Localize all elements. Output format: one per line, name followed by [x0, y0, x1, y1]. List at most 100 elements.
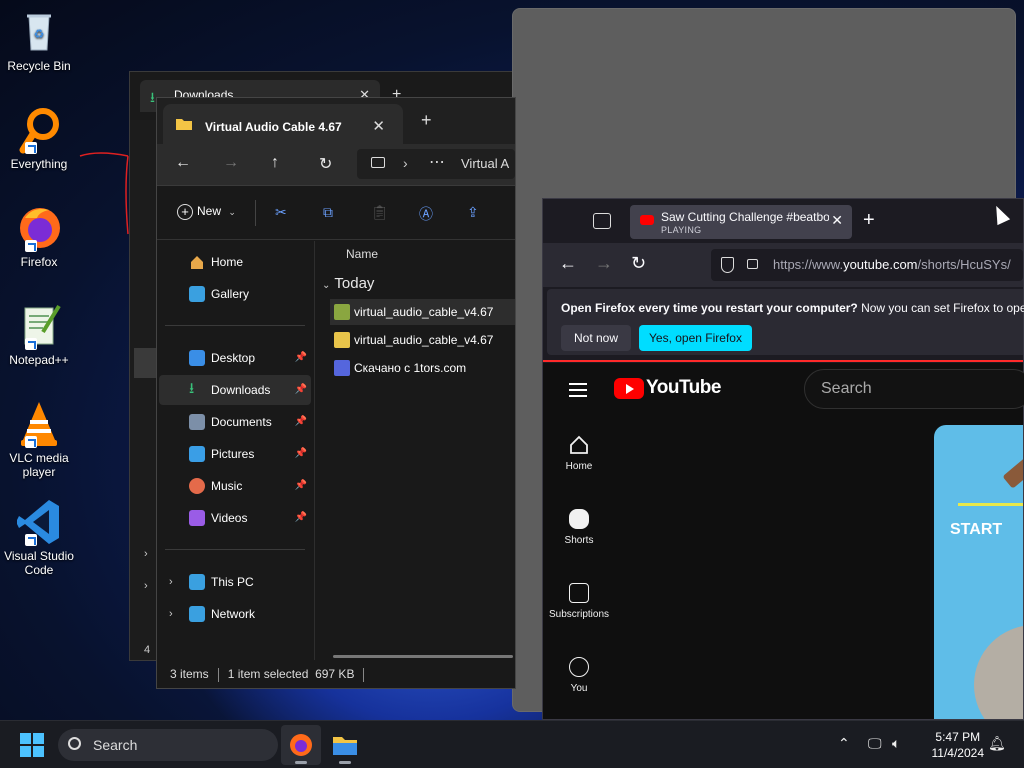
desktop-icon-notepadpp[interactable]: Notepad++ — [4, 302, 74, 367]
pin-icon[interactable]: 📌 — [295, 375, 307, 405]
pin-icon[interactable]: 📌 — [295, 503, 307, 533]
file-row[interactable]: virtual_audio_cable_v4.67 — [330, 299, 515, 325]
tab-close-icon[interactable]: ✕ — [372, 117, 385, 135]
refresh-icon[interactable]: ↻ — [319, 154, 332, 174]
volume-icon[interactable]: 🔈︎ — [892, 735, 900, 752]
nav-label: Downloads — [211, 383, 271, 397]
tracking-protection-icon[interactable] — [721, 257, 734, 273]
vscode-icon — [15, 498, 63, 546]
back-arrow-icon[interactable]: ← — [175, 154, 191, 172]
video-overlay-text: START — [950, 521, 1003, 538]
nav-item-home[interactable]: Home — [159, 247, 311, 277]
breadcrumb-chevron-icon[interactable]: › — [403, 155, 408, 171]
network-tray-icon[interactable]: 🖵︎ — [868, 735, 882, 752]
lock-icon[interactable] — [747, 259, 758, 269]
column-header-name[interactable]: Name — [346, 247, 378, 261]
desktop-icon-firefox[interactable]: Firefox — [4, 204, 74, 269]
reload-icon[interactable]: ↻ — [631, 253, 646, 274]
nav-item-documents[interactable]: Documents 📌 — [159, 407, 311, 437]
pictures-folder-icon — [189, 446, 205, 462]
explorer-tabbar: Virtual Audio Cable 4.67 ✕ + — [157, 98, 515, 144]
nav-divider — [165, 549, 305, 550]
firefox-window[interactable]: Saw Cutting Challenge #beatbo PLAYING ✕ … — [542, 198, 1024, 720]
firefox-navbar: ← → ↻ https://www.youtube.com/shorts/Hcu… — [543, 243, 1023, 287]
taskbar-search[interactable]: Search — [58, 729, 278, 761]
start-button[interactable] — [20, 733, 44, 757]
breadcrumb-current[interactable]: Virtual A — [461, 156, 509, 171]
nav-item-videos[interactable]: Videos 📌 — [159, 503, 311, 533]
nav-item-desktop[interactable]: Desktop 📌 — [159, 343, 311, 373]
nav-label: Home — [211, 255, 244, 269]
new-button[interactable]: + New ⌄ — [177, 204, 236, 220]
explorer-window-vac[interactable]: Virtual Audio Cable 4.67 ✕ + ← → ↑ ↻ › ⋯… — [156, 97, 516, 689]
clock-date: 11/4/2024 — [931, 746, 985, 760]
cut-icon[interactable]: ✂ — [275, 204, 287, 221]
nav-item-gallery[interactable]: Gallery — [159, 279, 311, 309]
nav-item-this-pc[interactable]: › This PC — [159, 567, 311, 597]
tab-title: Saw Cutting Challenge #beatbo — [661, 210, 829, 224]
clock[interactable]: 5:47 PM 11/4/2024 — [932, 729, 985, 761]
group-header-today[interactable]: ⌄ Today — [322, 275, 374, 292]
url-bar[interactable]: https://www.youtube.com/shorts/HcuSYs/ — [711, 249, 1023, 281]
notification-bell-icon[interactable]: 🔔︎ — [988, 735, 1006, 752]
firefox-tabbar: Saw Cutting Challenge #beatbo PLAYING ✕ … — [543, 199, 1023, 243]
share-icon[interactable]: ⇪ — [467, 204, 479, 221]
yt-nav-home[interactable]: Home — [543, 435, 615, 472]
explorer-tab-vac[interactable]: Virtual Audio Cable 4.67 ✕ — [163, 104, 403, 144]
expand-chevron-icon[interactable]: › — [169, 567, 173, 597]
desktop-icon-vscode[interactable]: Visual Studio Code — [4, 498, 74, 577]
desktop-icon-vlc[interactable]: VLC media player — [4, 400, 74, 479]
up-arrow-icon[interactable]: ↑ — [271, 154, 279, 172]
yt-nav-shorts[interactable]: Shorts — [543, 509, 615, 546]
forward-arrow-icon[interactable]: → — [223, 154, 239, 172]
paste-icon[interactable]: 📋︎ — [371, 204, 389, 221]
pin-icon[interactable]: 📌 — [295, 439, 307, 469]
zip-folder-icon — [334, 332, 350, 348]
nav-item-network[interactable]: › Network — [159, 599, 311, 629]
chevron-down-icon: ⌄ — [228, 207, 236, 218]
pin-icon[interactable]: 📌 — [295, 471, 307, 501]
youtube-logo[interactable]: YouTube — [614, 377, 721, 399]
nav-pane-collapsed — [130, 120, 158, 660]
address-bar[interactable]: › ⋯ Virtual A — [357, 149, 515, 179]
forward-arrow-icon[interactable]: → — [595, 253, 613, 274]
youtube-search-input[interactable]: Search — [804, 369, 1024, 409]
pin-icon[interactable]: 📌 — [295, 343, 307, 373]
copy-icon[interactable]: ⧉ — [323, 204, 333, 221]
expand-chevron-icon[interactable]: › — [144, 548, 148, 560]
shorts-video-player[interactable]: START — [934, 425, 1023, 719]
video-person-graphic — [974, 625, 1023, 719]
yt-nav-you[interactable]: You — [543, 657, 615, 694]
yt-nav-subscriptions[interactable]: Subscriptions — [543, 583, 615, 620]
yt-home-icon — [570, 435, 588, 454]
yes-open-firefox-button[interactable]: Yes, open Firefox — [639, 325, 752, 351]
nav-item-music[interactable]: Music 📌 — [159, 471, 311, 501]
taskbar-app-firefox[interactable] — [281, 725, 321, 765]
tab-playing-label: PLAYING — [661, 225, 702, 235]
menu-hamburger-icon[interactable] — [569, 383, 587, 397]
chevron-up-icon[interactable]: ⌃ — [838, 735, 850, 752]
firefox-tab-youtube[interactable]: Saw Cutting Challenge #beatbo PLAYING ✕ — [630, 205, 852, 239]
expand-chevron-icon[interactable]: › — [169, 599, 173, 629]
desktop-icon-everything[interactable]: Everything — [4, 106, 74, 171]
new-tab-button[interactable]: + — [421, 110, 432, 131]
tab-close-icon[interactable]: ✕ — [831, 212, 843, 229]
file-row[interactable]: virtual_audio_cable_v4.67 — [330, 327, 515, 353]
new-tab-button[interactable]: + — [863, 209, 875, 232]
expand-chevron-icon[interactable]: › — [144, 580, 148, 592]
file-row[interactable]: Скачано с 1tors.com — [330, 355, 515, 381]
taskbar-app-file-explorer[interactable] — [325, 725, 365, 765]
not-now-button[interactable]: Not now — [561, 325, 631, 351]
group-label: Today — [334, 275, 375, 292]
nav-item-pictures[interactable]: Pictures 📌 — [159, 439, 311, 469]
breadcrumb-overflow-icon[interactable]: ⋯ — [429, 152, 445, 172]
horizontal-scrollbar[interactable] — [333, 655, 513, 658]
desktop-icon-recycle-bin[interactable]: ♻ Recycle Bin — [4, 8, 74, 73]
command-separator — [255, 200, 256, 226]
back-arrow-icon[interactable]: ← — [559, 253, 577, 274]
tab-tray-icon[interactable] — [593, 213, 611, 229]
pin-icon[interactable]: 📌 — [295, 407, 307, 437]
rename-icon[interactable]: Ⓐ — [419, 204, 433, 224]
url-text[interactable]: https://www.youtube.com/shorts/HcuSYs/ — [773, 257, 1011, 272]
nav-item-downloads[interactable]: ⭳ Downloads 📌 — [159, 375, 311, 405]
